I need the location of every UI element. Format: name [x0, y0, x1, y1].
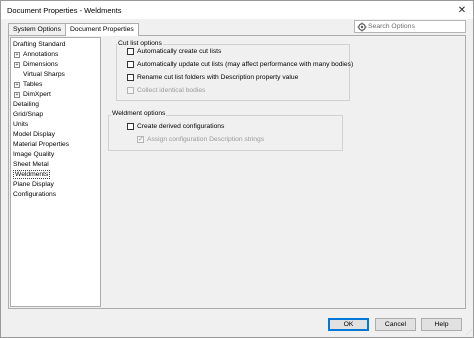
- tree-item-virtual-sharps[interactable]: Virtual Sharps: [23, 70, 65, 79]
- expand-icon[interactable]: +: [14, 62, 20, 68]
- tree-item-tables[interactable]: Tables: [23, 80, 42, 89]
- tree-item-model-display[interactable]: Model Display: [13, 130, 55, 139]
- search-options-input[interactable]: Search Options: [354, 20, 466, 33]
- auto-update-cut-lists-checkbox[interactable]: [127, 61, 134, 68]
- options-tree[interactable]: Drafting Standard + Annotations + Dimens…: [10, 37, 101, 307]
- assign-description-strings-checkbox: ✓: [137, 136, 144, 143]
- tab-system-options[interactable]: System Options: [8, 23, 66, 35]
- assign-description-strings-label: Assign configuration Description strings: [147, 136, 265, 143]
- auto-create-cut-lists-option[interactable]: Automatically create cut lists: [127, 47, 221, 56]
- tree-item-units[interactable]: Units: [13, 120, 28, 129]
- tree-item-image-quality[interactable]: Image Quality: [13, 150, 54, 159]
- expand-icon[interactable]: +: [14, 52, 20, 58]
- tree-item-configurations[interactable]: Configurations: [13, 190, 56, 199]
- collect-identical-bodies-checkbox: [127, 87, 134, 94]
- auto-create-cut-lists-checkbox[interactable]: [127, 48, 134, 55]
- tree-item-sheet-metal[interactable]: Sheet Metal: [13, 160, 49, 169]
- tree-item-detailing[interactable]: Detailing: [13, 100, 39, 109]
- cancel-button[interactable]: Cancel: [375, 318, 416, 331]
- auto-update-cut-lists-option[interactable]: Automatically update cut lists (may affe…: [127, 60, 353, 69]
- tree-item-dimensions[interactable]: Dimensions: [23, 60, 58, 69]
- create-derived-configurations-label: Create derived configurations: [137, 123, 225, 130]
- search-placeholder: Search Options: [368, 23, 415, 30]
- ok-button[interactable]: OK: [328, 318, 369, 331]
- auto-update-cut-lists-label: Automatically update cut lists (may affe…: [137, 61, 354, 68]
- assign-description-strings-option: ✓ Assign configuration Description strin…: [137, 135, 264, 144]
- tree-item-drafting-standard[interactable]: Drafting Standard: [13, 40, 65, 49]
- expand-icon[interactable]: +: [14, 92, 20, 98]
- resize-grip-icon[interactable]: ⋰: [466, 329, 472, 336]
- collect-identical-bodies-label: Collect identical bodies: [137, 87, 206, 94]
- close-icon[interactable]: ✕: [455, 3, 469, 17]
- tree-item-dimxpert[interactable]: DimXpert: [23, 90, 51, 99]
- tree-item-weldments[interactable]: Weldments: [13, 170, 51, 179]
- tree-item-grid-snap[interactable]: Grid/Snap: [13, 110, 43, 119]
- collect-identical-bodies-option: Collect identical bodies: [127, 86, 205, 95]
- create-derived-configurations-option[interactable]: Create derived configurations: [127, 122, 224, 131]
- tree-item-material-properties[interactable]: Material Properties: [13, 140, 69, 149]
- checkmark-icon: ✓: [138, 136, 144, 143]
- weldment-options-title: Weldment options: [111, 110, 167, 117]
- help-button[interactable]: Help: [421, 318, 462, 331]
- tab-document-properties[interactable]: Document Properties: [64, 23, 139, 36]
- tree-item-plane-display[interactable]: Plane Display: [13, 180, 54, 189]
- rename-cut-list-folders-option[interactable]: Rename cut list folders with Description…: [127, 73, 298, 82]
- weldment-options-group: [108, 115, 343, 151]
- title-bar: Document Properties - Weldments ✕: [1, 1, 473, 19]
- create-derived-configurations-checkbox[interactable]: [127, 123, 134, 130]
- gear-search-icon[interactable]: [357, 22, 367, 32]
- rename-cut-list-folders-checkbox[interactable]: [127, 74, 134, 81]
- tab-strip: System Options Document Properties: [8, 23, 139, 36]
- expand-icon[interactable]: +: [14, 82, 20, 88]
- cut-list-options-title: Cut list options: [117, 40, 163, 47]
- tree-item-annotations[interactable]: Annotations: [23, 50, 58, 59]
- rename-cut-list-folders-label: Rename cut list folders with Description…: [137, 74, 299, 81]
- auto-create-cut-lists-label: Automatically create cut lists: [137, 48, 222, 55]
- window-title: Document Properties - Weldments: [7, 6, 122, 15]
